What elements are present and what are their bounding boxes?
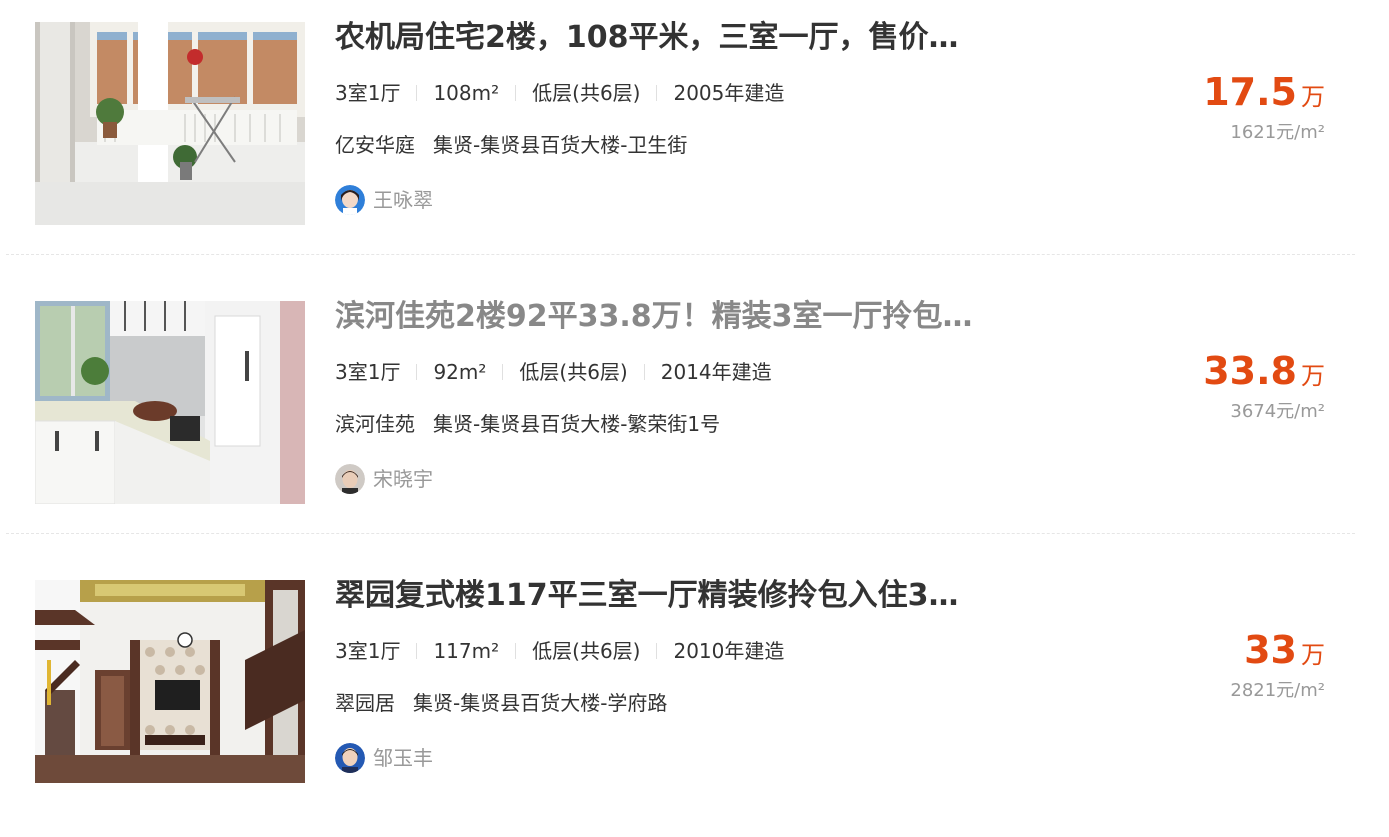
- location-link[interactable]: 集贤-集贤县百货大楼-繁荣街1号: [433, 412, 720, 436]
- listing-photo[interactable]: [35, 301, 305, 504]
- location-link[interactable]: 集贤-集贤县百货大楼-卫生街: [433, 133, 687, 157]
- listing-list: 农机局住宅2楼，108平米，三室一厅，售价17.5万 3室1厅 108m² 低层…: [0, 0, 1389, 795]
- listing-address: 翠园居 集贤-集贤县百货大楼-学府路: [335, 688, 667, 718]
- listing-item[interactable]: 翠园复式楼117平三室一厅精装修拎包入住33万 3室1厅 117m² 低层(共6…: [0, 558, 1389, 837]
- agent-name: 王咏翠: [373, 188, 433, 212]
- listing-title[interactable]: 滨河佳苑2楼92平33.8万！精装3室一厅拎包入住: [335, 297, 975, 337]
- unit-price: 3674元/m²: [1230, 401, 1325, 422]
- spec-floor: 低层(共6层): [532, 81, 641, 105]
- spec-separator: [643, 364, 645, 380]
- agent-info[interactable]: 王咏翠: [335, 184, 433, 216]
- listing-item[interactable]: 滨河佳苑2楼92平33.8万！精装3室一厅拎包入住 3室1厅 92m² 低层(共…: [0, 279, 1389, 558]
- avatar: [335, 185, 365, 215]
- spec-separator: [515, 643, 517, 659]
- total-price: 17.5 万: [1203, 68, 1325, 116]
- kitchen-photo: [35, 301, 305, 504]
- price-value: 17.5: [1203, 70, 1297, 114]
- total-price: 33.8 万: [1203, 347, 1325, 395]
- community-link[interactable]: 翠园居: [335, 691, 395, 715]
- listing-title[interactable]: 农机局住宅2楼，108平米，三室一厅，售价17.5万: [335, 18, 975, 58]
- living-room-photo: [35, 22, 305, 225]
- price-unit: 万: [1301, 362, 1325, 390]
- listing-photo[interactable]: [35, 580, 305, 783]
- community-link[interactable]: 亿安华庭: [335, 133, 415, 157]
- agent-name: 邹玉丰: [373, 746, 433, 770]
- duplex-living-room-photo: [35, 580, 305, 783]
- spec-separator: [416, 85, 418, 101]
- price-unit: 万: [1301, 83, 1325, 111]
- spec-separator: [416, 364, 418, 380]
- listing-title[interactable]: 翠园复式楼117平三室一厅精装修拎包入住33万: [335, 576, 975, 616]
- spec-layout: 3室1厅: [335, 81, 401, 105]
- price-value: 33.8: [1203, 349, 1297, 393]
- listing-photo[interactable]: [35, 22, 305, 225]
- total-price: 33 万: [1244, 626, 1325, 674]
- spec-year: 2005年建造: [673, 81, 785, 105]
- spec-floor: 低层(共6层): [532, 639, 641, 663]
- unit-price: 1621元/m²: [1230, 122, 1325, 143]
- listing-specs: 3室1厅 117m² 低层(共6层) 2010年建造: [335, 636, 784, 666]
- spec-area: 108m²: [433, 81, 500, 105]
- listing-address: 亿安华庭 集贤-集贤县百货大楼-卫生街: [335, 130, 687, 160]
- agent-name: 宋晓宇: [373, 467, 433, 491]
- spec-separator: [416, 643, 418, 659]
- spec-separator: [502, 364, 504, 380]
- spec-layout: 3室1厅: [335, 639, 401, 663]
- spec-separator: [515, 85, 517, 101]
- listing-specs: 3室1厅 92m² 低层(共6层) 2014年建造: [335, 357, 772, 387]
- price-unit: 万: [1301, 641, 1325, 669]
- spec-year: 2010年建造: [673, 639, 785, 663]
- spec-area: 117m²: [433, 639, 500, 663]
- agent-info[interactable]: 宋晓宇: [335, 463, 433, 495]
- divider: [6, 533, 1355, 534]
- price-value: 33: [1244, 628, 1297, 672]
- listing-address: 滨河佳苑 集贤-集贤县百货大楼-繁荣街1号: [335, 409, 720, 439]
- avatar: [335, 464, 365, 494]
- agent-info[interactable]: 邹玉丰: [335, 742, 433, 774]
- spec-floor: 低层(共6层): [519, 360, 628, 384]
- listing-item[interactable]: 农机局住宅2楼，108平米，三室一厅，售价17.5万 3室1厅 108m² 低层…: [0, 0, 1389, 279]
- avatar: [335, 743, 365, 773]
- spec-separator: [656, 643, 658, 659]
- location-link[interactable]: 集贤-集贤县百货大楼-学府路: [413, 691, 667, 715]
- spec-year: 2014年建造: [660, 360, 772, 384]
- listing-specs: 3室1厅 108m² 低层(共6层) 2005年建造: [335, 78, 784, 108]
- unit-price: 2821元/m²: [1230, 680, 1325, 701]
- divider: [6, 254, 1355, 255]
- spec-layout: 3室1厅: [335, 360, 401, 384]
- spec-area: 92m²: [433, 360, 487, 384]
- community-link[interactable]: 滨河佳苑: [335, 412, 415, 436]
- spec-separator: [656, 85, 658, 101]
